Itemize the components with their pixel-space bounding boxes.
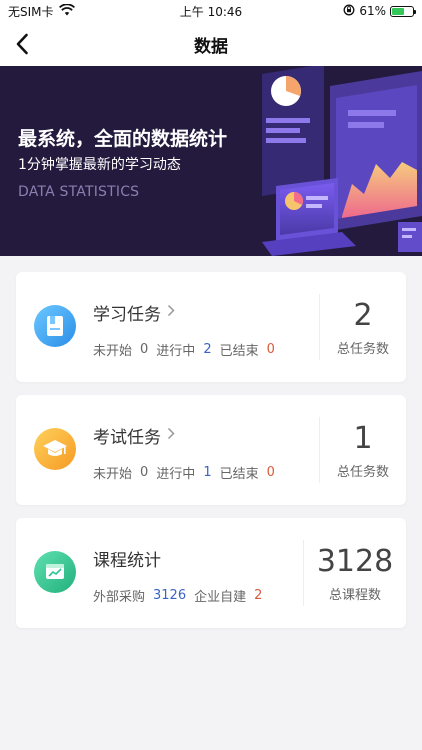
book-icon (34, 305, 76, 347)
exam-task-title-link[interactable]: 考试任务 (93, 423, 175, 448)
finished-label: 已结束 (219, 344, 259, 359)
total-count: 3128 (316, 544, 394, 579)
not-started-count: 0 (140, 342, 149, 357)
chevron-right-icon (167, 304, 175, 321)
learning-task-title-link[interactable]: 学习任务 (93, 300, 175, 325)
total-tasks: 1 总任务数 (320, 419, 406, 480)
banner-english-caption: DATA STATISTICS (18, 184, 140, 200)
chevron-right-icon (167, 427, 175, 444)
task-status-counts: 未开始 0 进行中 2 已结束 0 (93, 340, 283, 359)
in-progress-count: 1 (203, 465, 212, 480)
total-courses: 3128 总课程数 (304, 542, 406, 603)
learning-task-card[interactable]: 学习任务 未开始 0 进行中 2 已结束 0 2 总任务数 (16, 272, 406, 382)
course-chart-icon (34, 551, 76, 593)
status-right: 61% (274, 4, 416, 19)
banner-title: 最系统，全面的数据统计 (18, 128, 228, 150)
in-progress-count: 2 (203, 342, 212, 357)
battery-percent: 61% (359, 4, 386, 18)
battery-fill (392, 7, 405, 15)
total-label: 总任务数 (336, 465, 389, 480)
wifi-icon (58, 3, 75, 19)
graduation-cap-icon (34, 428, 76, 470)
orientation-lock-icon (343, 4, 355, 19)
status-bar: 无SIM卡 上午 10:46 61% (0, 0, 422, 22)
card-title: 学习任务 (93, 305, 161, 325)
course-source-counts: 外部采购 3126 企业自建 2 (93, 586, 270, 605)
external-purchase-count: 3126 (153, 588, 187, 603)
back-chevron-icon (16, 33, 28, 55)
course-statistics-card: 课程统计 外部采购 3126 企业自建 2 3128 总课程数 (16, 518, 406, 628)
self-built-count: 2 (254, 588, 263, 603)
course-statistics-title: 课程统计 (93, 546, 161, 571)
data-statistics-banner: 最系统，全面的数据统计 1分钟掌握最新的学习动态 DATA STATISTICS (0, 66, 422, 256)
in-progress-label: 进行中 (156, 467, 196, 482)
card-title: 课程统计 (93, 551, 161, 571)
total-label: 总课程数 (328, 588, 381, 603)
task-status-counts: 未开始 0 进行中 1 已结束 0 (93, 463, 283, 482)
page-title: 数据 (194, 36, 228, 57)
finished-count: 0 (266, 465, 275, 480)
back-button[interactable] (8, 30, 36, 58)
total-count: 2 (353, 298, 373, 333)
not-started-count: 0 (140, 465, 149, 480)
battery-icon (390, 5, 416, 17)
finished-count: 0 (266, 342, 275, 357)
total-tasks: 2 总任务数 (320, 296, 406, 357)
nav-bar: 数据 (0, 22, 422, 66)
status-time: 上午 10:46 (179, 4, 243, 19)
not-started-label: 未开始 (93, 467, 133, 482)
finished-label: 已结束 (219, 467, 259, 482)
total-count: 1 (353, 421, 373, 456)
total-label: 总任务数 (336, 342, 389, 357)
not-started-label: 未开始 (93, 344, 133, 359)
banner-subtitle: 1分钟掌握最新的学习动态 (18, 157, 181, 173)
dashboard-illustration-icon (262, 66, 422, 256)
external-purchase-label: 外部采购 (93, 590, 146, 605)
carrier-label: 无SIM卡 (8, 4, 54, 19)
exam-task-card[interactable]: 考试任务 未开始 0 进行中 1 已结束 0 1 总任务数 (16, 395, 406, 505)
in-progress-label: 进行中 (156, 344, 196, 359)
status-left: 无SIM卡 (8, 3, 148, 20)
self-built-label: 企业自建 (194, 590, 247, 605)
card-title: 考试任务 (93, 428, 161, 448)
